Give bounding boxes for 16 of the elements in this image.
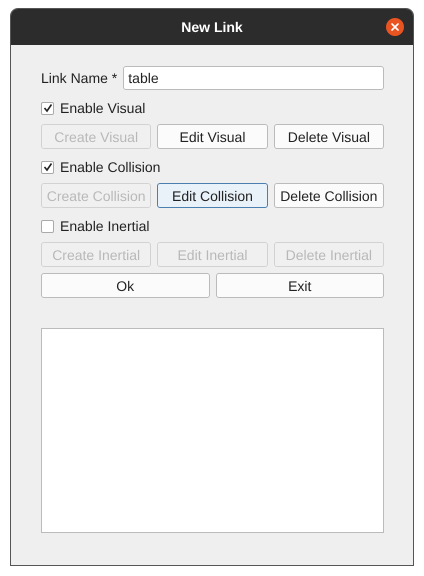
- action-button[interactable]: Delete Collision: [274, 183, 384, 208]
- field-label: Link Name *: [41, 70, 118, 86]
- dialog-button[interactable]: Exit: [216, 273, 384, 298]
- action-button[interactable]: Delete Visual: [274, 124, 384, 149]
- checkbox-label[interactable]: Enable Collision: [60, 159, 160, 175]
- checkbox-label[interactable]: Enable Inertial: [60, 218, 150, 234]
- window-title: New Link: [181, 19, 243, 35]
- close-icon[interactable]: [386, 18, 404, 36]
- checkbox[interactable]: [41, 220, 54, 232]
- checkbox[interactable]: [41, 102, 54, 114]
- action-button[interactable]: Edit Visual: [157, 124, 268, 149]
- input-field[interactable]: table: [123, 66, 384, 90]
- dialog-button[interactable]: Ok: [41, 273, 210, 298]
- checkbox-label[interactable]: Enable Visual: [60, 100, 146, 116]
- checkbox[interactable]: [41, 160, 54, 174]
- action-button[interactable]: Edit Collision: [157, 183, 268, 208]
